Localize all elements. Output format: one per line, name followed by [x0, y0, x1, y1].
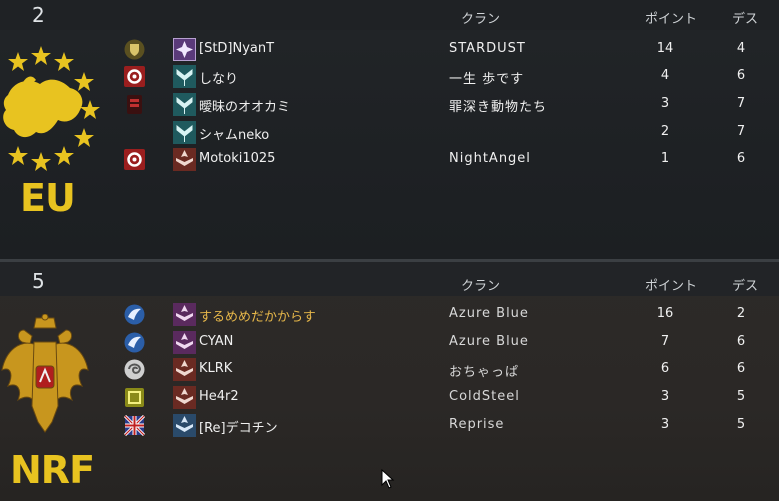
player-points: 1: [660, 151, 670, 166]
blue-wings-badge-icon: [124, 304, 145, 325]
player-deaths: 6: [736, 151, 746, 166]
player-deaths: 5: [736, 389, 746, 404]
rank-red-icon: [173, 148, 196, 171]
gold-square-badge-icon: [125, 388, 144, 407]
rank-teal-icon: [173, 93, 196, 116]
column-header-points: ポイント: [645, 279, 698, 294]
rank-purple-icon: [173, 331, 196, 354]
player-points: 6: [660, 361, 670, 376]
player-clan: 一生 歩です: [449, 72, 525, 87]
player-name: Motoki1025: [199, 151, 276, 166]
red-circle-badge-icon: [124, 66, 145, 87]
player-row[interactable]: シャムneko 2 7: [0, 119, 779, 146]
player-clan: おちゃっぱ: [449, 365, 520, 380]
shield-gold-badge-icon: [124, 39, 145, 60]
player-clan: Azure Blue: [449, 306, 529, 321]
player-deaths: 4: [736, 41, 746, 56]
column-header-deaths: デス: [732, 279, 759, 294]
player-clan: Azure Blue: [449, 334, 529, 349]
player-row[interactable]: するめめだかからす Azure Blue 16 2: [0, 301, 779, 328]
rank-teal-icon: [173, 121, 196, 144]
player-points: 3: [660, 417, 670, 432]
blue-wings-badge-icon: [124, 332, 145, 353]
player-row[interactable]: He4r2 ColdSteel 3 5: [0, 384, 779, 411]
player-clan: ColdSteel: [449, 389, 520, 404]
team-score: 5: [32, 269, 45, 293]
player-row[interactable]: KLRK おちゃっぱ 6 6: [0, 356, 779, 383]
player-points: 14: [656, 41, 674, 56]
rank-teal-icon: [173, 65, 196, 88]
player-deaths: 2: [736, 306, 746, 321]
player-row[interactable]: [Re]デコチン Reprise 3 5: [0, 412, 779, 439]
rank-blue-icon: [173, 414, 196, 437]
union-flag-badge-icon: [124, 415, 145, 436]
player-clan: NightAngel: [449, 151, 531, 166]
player-name: シャムneko: [199, 128, 270, 143]
player-row[interactable]: 曖昧のオオカミ 罪深き動物たち 3 7: [0, 91, 779, 118]
player-row[interactable]: CYAN Azure Blue 7 6: [0, 329, 779, 356]
player-name: KLRK: [199, 361, 233, 376]
player-deaths: 7: [736, 124, 746, 139]
rank-red-icon: [173, 386, 196, 409]
player-points: 3: [660, 96, 670, 111]
dark-red-badge-icon: [127, 95, 142, 114]
player-name: しなり: [199, 72, 239, 87]
player-name: CYAN: [199, 334, 234, 349]
team-header: 5 クラン ポイント デス: [0, 262, 779, 296]
player-clan: STARDUST: [449, 41, 526, 56]
player-name: [Re]デコチン: [199, 421, 278, 436]
player-deaths: 6: [736, 334, 746, 349]
player-name: He4r2: [199, 389, 239, 404]
player-name: [StD]NyanT: [199, 41, 275, 56]
column-header-clan: クラン: [461, 12, 501, 27]
player-deaths: 5: [736, 417, 746, 432]
team-score: 2: [32, 3, 45, 27]
team-tag: EU: [20, 176, 76, 220]
player-points: 7: [660, 334, 670, 349]
mouse-cursor-icon: [381, 469, 395, 489]
player-points: 2: [660, 124, 670, 139]
player-row[interactable]: しなり 一生 歩です 4 6: [0, 63, 779, 90]
team-panel-eu: 2 クラン ポイント デス EU [StD]NyanT STARDUST 14 …: [0, 0, 779, 259]
rank-purple-icon: [173, 303, 196, 326]
player-clan: 罪深き動物たち: [449, 100, 548, 115]
column-header-points: ポイント: [645, 12, 698, 27]
column-header-clan: クラン: [461, 279, 501, 294]
team-tag: NRF: [10, 448, 95, 492]
player-points: 4: [660, 68, 670, 83]
team-panel-nrf: 5 クラン ポイント デス NRF するめめだかからす Azure Blue 1…: [0, 262, 779, 501]
player-deaths: 7: [736, 96, 746, 111]
team-header: 2 クラン ポイント デス: [0, 0, 779, 30]
player-deaths: 6: [736, 68, 746, 83]
player-row[interactable]: [StD]NyanT STARDUST 14 4: [0, 36, 779, 63]
player-name: 曖昧のオオカミ: [199, 100, 291, 115]
player-clan: Reprise: [449, 417, 505, 432]
player-row[interactable]: Motoki1025 NightAngel 1 6: [0, 146, 779, 173]
rank-red-icon: [173, 358, 196, 381]
white-swirl-badge-icon: [124, 359, 145, 380]
player-points: 3: [660, 389, 670, 404]
player-deaths: 6: [736, 361, 746, 376]
rank-purple-icon: [173, 38, 196, 61]
player-name: するめめだかからす: [199, 310, 316, 325]
column-header-deaths: デス: [732, 12, 759, 27]
player-points: 16: [656, 306, 674, 321]
red-circle-badge-icon: [124, 149, 145, 170]
